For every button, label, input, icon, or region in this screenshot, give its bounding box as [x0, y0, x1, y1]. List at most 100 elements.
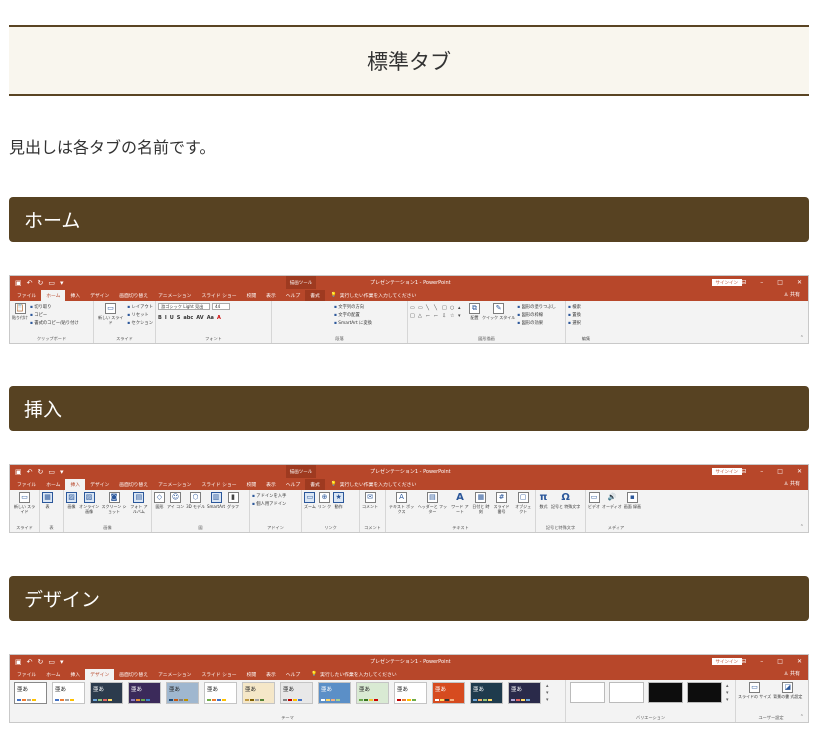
- tab-file: ファイル: [17, 294, 37, 299]
- context-tool-label: 描画ツール: [286, 276, 316, 289]
- theme-thumb: 亜あ: [356, 682, 389, 704]
- sign-in-button: サインイン: [711, 468, 742, 475]
- symbol-button: Ω 記号と 特殊文字: [551, 492, 581, 510]
- document-title: プレゼンテーション1 - PowerPoint: [370, 659, 451, 665]
- tab-transitions: 画面切り替え: [119, 673, 149, 678]
- tab-help: ヘルプ: [285, 294, 301, 299]
- align-text-button: 文字の配置: [334, 312, 372, 318]
- shape-effects-button: 図形の効果: [517, 320, 556, 326]
- group-themes: 亜あ 亜あ 亜あ 亜あ 亜あ 亜あ 亜あ 亜あ 亜あ 亜あ 亜あ 亜あ 亜あ 亜…: [10, 680, 566, 722]
- font-size-combo: 44: [212, 303, 230, 310]
- wordart-icon: A: [456, 492, 464, 503]
- share-label: 共有: [789, 481, 800, 487]
- my-addins-button: 個人用アドイン: [252, 501, 286, 507]
- restore-icon: □: [777, 468, 783, 475]
- case-button: Aa: [206, 315, 214, 321]
- intro-text: 見出しは各タブの名前です。: [9, 138, 216, 157]
- slide-icon: ▭: [19, 492, 30, 503]
- slideshow-icon: ▭: [48, 467, 55, 476]
- text-box-button: A テキスト ボックス: [388, 492, 415, 514]
- comment-icon: ✉: [364, 492, 376, 503]
- document-title: プレゼンテーション1 - PowerPoint: [370, 280, 451, 286]
- tab-help: ヘルプ: [285, 673, 301, 678]
- theme-thumb: 亜あ: [508, 682, 541, 704]
- rect-shape-icon: □: [442, 305, 447, 311]
- redo-icon: ↻: [37, 278, 44, 287]
- tab-home: ホーム: [46, 483, 61, 488]
- arrow-shape-icon: ⇩: [442, 313, 447, 319]
- equation-button: π 数式: [539, 492, 548, 510]
- action-button: ★ 動作: [333, 492, 345, 509]
- tab-view: 表示: [266, 294, 276, 299]
- star-icon: ★: [333, 492, 345, 503]
- tell-me-box: 💡 実行したい作業を入力してください: [325, 479, 416, 490]
- variant-thumb: [570, 682, 605, 703]
- ribbon-titlebar: ▣ ↶ ↻ ▭ ▾ 描画ツール プレゼンテーション1 - PowerPoint …: [10, 276, 808, 289]
- restore-icon: □: [777, 279, 783, 286]
- spacing-button: AV: [196, 315, 204, 321]
- smartart-convert-button: SmartArt に変換: [334, 320, 372, 326]
- group-insert-comments: ✉ コメント コメント: [360, 490, 386, 532]
- tab-file: ファイル: [17, 483, 37, 488]
- ribbon-options-icon: ⊟: [741, 658, 747, 665]
- theme-thumb: 亜あ: [318, 682, 351, 704]
- replace-button: 置換: [568, 312, 581, 318]
- quick-access-toolbar: ▣ ↶ ↻ ▭ ▾: [10, 468, 64, 476]
- italic-button: I: [164, 315, 167, 321]
- group-label: コメント: [364, 525, 381, 530]
- tell-me-box: 💡 実行したい作業を入力してください: [305, 669, 396, 680]
- screenshot-button: ◙ スクリーン ショット: [101, 492, 127, 514]
- rect-shape-icon: ▭: [418, 305, 423, 311]
- font-name-combo: 游ゴシック Light 見出: [158, 303, 210, 310]
- layout-button: レイアウト: [127, 304, 153, 310]
- star-shape-icon: ☆: [450, 313, 455, 319]
- tab-animations: アニメーション: [158, 483, 192, 488]
- tab-view: 表示: [266, 483, 276, 488]
- theme-thumb: 亜あ: [128, 682, 161, 704]
- tab-file: ファイル: [17, 673, 37, 678]
- share-button: ♙ 共有: [784, 670, 800, 677]
- ribbon-home-screenshot: ▣ ↶ ↻ ▭ ▾ 描画ツール プレゼンテーション1 - PowerPoint …: [9, 275, 809, 344]
- tab-design: デザイン: [85, 669, 115, 680]
- group-label: 画像: [103, 525, 112, 530]
- oval-shape-icon: ○: [450, 305, 455, 311]
- triangle-shape-icon: △: [418, 313, 422, 319]
- slide-size-icon: ▭: [749, 682, 761, 693]
- minimize-icon: –: [760, 279, 764, 286]
- theme-thumb: 亜あ: [204, 682, 237, 704]
- screen-record-button: ▪ 画面 録画: [623, 492, 642, 509]
- redo-icon: ↻: [37, 657, 44, 666]
- ribbon-titlebar: ▣ ↶ ↻ ▭ ▾ 描画ツール プレゼンテーション1 - PowerPoint …: [10, 465, 808, 478]
- close-icon: ✕: [796, 658, 802, 665]
- group-label: バリエーション: [635, 715, 666, 720]
- redo-icon: ↻: [37, 467, 44, 476]
- ribbon-insert-screenshot: ▣ ↶ ↻ ▭ ▾ 描画ツール プレゼンテーション1 - PowerPoint …: [9, 464, 809, 533]
- context-tool-label: 描画ツール: [286, 465, 316, 478]
- scroll-up-icon: ▴: [546, 683, 549, 689]
- person-icon: ♙: [783, 292, 789, 298]
- drawing-small-buttons: 図形の塗りつぶし 図形の枠線 図形の効果: [517, 303, 556, 326]
- more-shapes-icon: ▴: [458, 305, 461, 311]
- video-icon: ▭: [588, 492, 600, 503]
- sign-in-button: サインイン: [711, 279, 742, 286]
- tab-transitions: 画面切り替え: [119, 483, 149, 488]
- tab-insert: 挿入: [70, 673, 81, 678]
- scroll-up-icon: ▴: [726, 683, 729, 689]
- ribbon-body: ▭ 新しい スライド スライド ▦ 表 表 ▨ 画像 ▨ オンライン 画像 ◙ スクリーン…: [10, 490, 808, 532]
- variant-thumb: [687, 682, 722, 703]
- group-insert-media: ▭ ビデオ 🔊 オーディオ ▪ 画面 録画 メディア: [586, 490, 646, 532]
- ribbon-body: 亜あ 亜あ 亜あ 亜あ 亜あ 亜あ 亜あ 亜あ 亜あ 亜あ 亜あ 亜あ 亜あ 亜…: [10, 680, 808, 722]
- line-shape-icon: ╲: [426, 305, 430, 311]
- minimize-icon: –: [760, 658, 764, 665]
- more-shapes-icon: ▾: [458, 313, 461, 319]
- date-time-button: ▦ 日付と 時刻: [472, 492, 490, 514]
- rect-shape-icon: □: [410, 313, 415, 319]
- slideshow-icon: ▭: [48, 657, 55, 666]
- omega-icon: Ω: [561, 492, 570, 503]
- tab-design: デザイン: [90, 294, 110, 299]
- format-painter-button: 書式のコピー/貼り付け: [30, 320, 78, 326]
- scroll-down-icon: ▾: [726, 690, 729, 696]
- quick-access-toolbar: ▣ ↶ ↻ ▭ ▾: [10, 658, 64, 666]
- variant-gallery-scroll: ▴ ▾ ▾: [726, 682, 729, 704]
- video-button: ▭ ビデオ: [588, 492, 600, 509]
